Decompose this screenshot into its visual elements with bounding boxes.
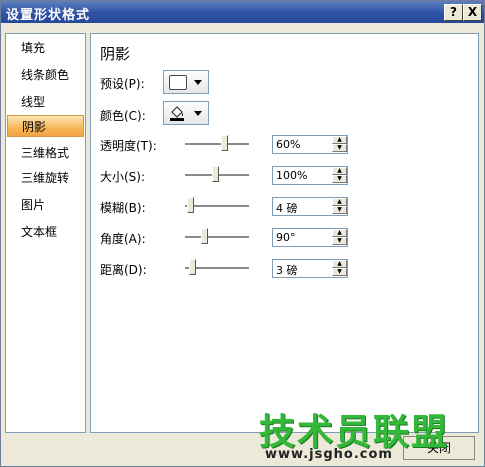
shadow-preset-swatch bbox=[169, 75, 187, 90]
spin-up-icon[interactable]: ▲ bbox=[332, 260, 347, 268]
spin-up-icon[interactable]: ▲ bbox=[332, 198, 347, 206]
distance-spinner[interactable]: 3 磅 ▲ ▼ bbox=[272, 259, 348, 278]
slider-track bbox=[185, 143, 249, 146]
slider-thumb[interactable] bbox=[212, 166, 219, 182]
slider-track bbox=[185, 236, 249, 239]
preset-dropdown[interactable] bbox=[163, 70, 209, 94]
preset-label: 预设(P): bbox=[100, 77, 145, 91]
distance-label: 距离(D): bbox=[100, 263, 147, 277]
close-icon[interactable]: X bbox=[463, 4, 482, 21]
watermark-url: www.jsgho.com bbox=[265, 447, 393, 462]
sidebar-item-label: 阴影 bbox=[22, 120, 47, 134]
chevron-down-icon bbox=[194, 111, 202, 116]
help-button[interactable]: ? bbox=[444, 4, 463, 21]
slider-thumb[interactable] bbox=[221, 135, 228, 151]
spin-down-icon[interactable]: ▼ bbox=[332, 268, 347, 276]
slider-thumb[interactable] bbox=[189, 259, 196, 275]
sidebar-item-fill[interactable]: 填充 bbox=[7, 37, 84, 59]
angle-label: 角度(A): bbox=[100, 232, 146, 246]
color-label: 颜色(C): bbox=[100, 109, 146, 123]
transparency-slider[interactable] bbox=[185, 135, 249, 153]
spin-up-icon[interactable]: ▲ bbox=[332, 136, 347, 144]
size-spinner[interactable]: 100% ▲ ▼ bbox=[272, 166, 348, 185]
window-title: 设置形状格式 bbox=[6, 8, 91, 23]
size-value[interactable]: 100% bbox=[276, 169, 307, 182]
spin-up-icon[interactable]: ▲ bbox=[332, 167, 347, 175]
sidebar-item-label: 线型 bbox=[21, 95, 46, 109]
distance-slider[interactable] bbox=[185, 259, 249, 277]
size-label: 大小(S): bbox=[100, 170, 146, 184]
sidebar-item-text-box[interactable]: 文本框 bbox=[7, 221, 84, 243]
blur-slider[interactable] bbox=[185, 197, 249, 215]
slider-track bbox=[185, 205, 249, 208]
blur-spinner[interactable]: 4 磅 ▲ ▼ bbox=[272, 197, 348, 216]
blur-value[interactable]: 4 磅 bbox=[276, 200, 298, 216]
sidebar-item-label: 图片 bbox=[21, 198, 46, 212]
sidebar-item-label: 填充 bbox=[21, 41, 46, 55]
paint-bucket-icon bbox=[169, 105, 185, 121]
title-bar[interactable]: 设置形状格式 ? X bbox=[1, 1, 484, 23]
category-sidebar: 填充 线条颜色 线型 阴影 三维格式 三维旋转 图片 文本框 bbox=[5, 33, 86, 433]
transparency-label: 透明度(T): bbox=[100, 139, 157, 153]
shadow-panel: 阴影 预设(P): 颜色(C): 透明度(T): 60% ▲ ▼ 大小(S): … bbox=[90, 33, 479, 433]
transparency-spinner[interactable]: 60% ▲ ▼ bbox=[272, 135, 348, 154]
sidebar-item-label: 三维格式 bbox=[21, 146, 70, 160]
spin-down-icon[interactable]: ▼ bbox=[332, 206, 347, 214]
sidebar-item-label: 文本框 bbox=[21, 225, 58, 239]
angle-spinner[interactable]: 90° ▲ ▼ bbox=[272, 228, 348, 247]
sidebar-item-3d-rotation[interactable]: 三维旋转 bbox=[7, 167, 84, 189]
spin-down-icon[interactable]: ▼ bbox=[332, 175, 347, 183]
transparency-value[interactable]: 60% bbox=[276, 138, 300, 151]
sidebar-item-3d-format[interactable]: 三维格式 bbox=[7, 142, 84, 164]
slider-thumb[interactable] bbox=[187, 197, 194, 213]
slider-thumb[interactable] bbox=[201, 228, 208, 244]
spin-down-icon[interactable]: ▼ bbox=[332, 237, 347, 245]
sidebar-item-line-style[interactable]: 线型 bbox=[7, 91, 84, 113]
blur-label: 模糊(B): bbox=[100, 201, 146, 215]
sidebar-item-shadow[interactable]: 阴影 bbox=[7, 115, 84, 137]
distance-value[interactable]: 3 磅 bbox=[276, 262, 298, 278]
angle-value[interactable]: 90° bbox=[276, 231, 296, 244]
sidebar-item-label: 三维旋转 bbox=[21, 171, 70, 185]
color-dropdown[interactable] bbox=[163, 101, 209, 125]
sidebar-item-picture[interactable]: 图片 bbox=[7, 194, 84, 216]
chevron-down-icon bbox=[194, 80, 202, 85]
sidebar-item-label: 线条颜色 bbox=[21, 68, 70, 82]
spin-down-icon[interactable]: ▼ bbox=[332, 144, 347, 152]
format-shape-dialog: 设置形状格式 ? X 填充 线条颜色 线型 阴影 三维格式 三维旋转 图片 文本… bbox=[0, 0, 485, 467]
angle-slider[interactable] bbox=[185, 228, 249, 246]
section-title: 阴影 bbox=[100, 45, 131, 63]
spin-up-icon[interactable]: ▲ bbox=[332, 229, 347, 237]
size-slider[interactable] bbox=[185, 166, 249, 184]
sidebar-item-line-color[interactable]: 线条颜色 bbox=[7, 64, 84, 86]
